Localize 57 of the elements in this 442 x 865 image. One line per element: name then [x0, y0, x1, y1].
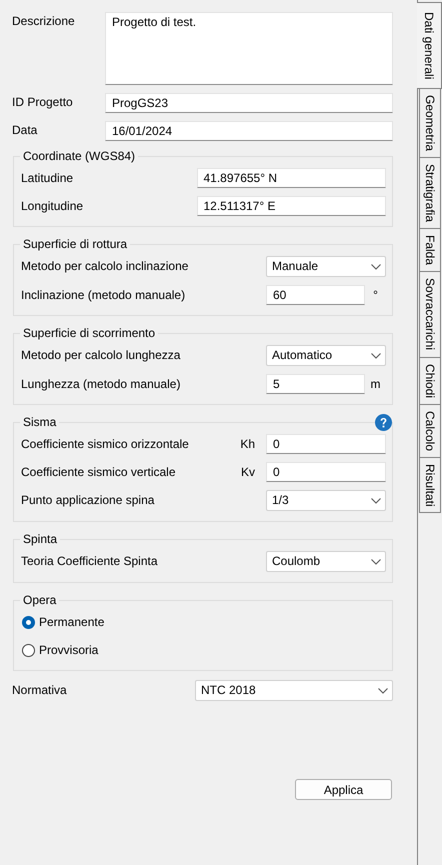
unit-label: m [370, 376, 382, 392]
field-label: Longitudine [21, 198, 84, 214]
text-field[interactable]: 12.511317° E [196, 196, 386, 216]
text-area[interactable]: Progetto di test. [105, 12, 393, 85]
chevron-icon [371, 558, 381, 564]
tab[interactable]: Calcolo [419, 404, 441, 458]
dropdown[interactable]: Coulomb [266, 551, 386, 572]
chevron-icon [371, 352, 381, 358]
field-label: Coefficiente sismico orizzontale [21, 436, 189, 452]
unit-label: ° [372, 288, 379, 302]
tab[interactable]: Geometria [419, 89, 441, 158]
tab[interactable]: Sovraccarichi [419, 272, 441, 358]
group-title: Superficie di scorrimento [22, 326, 156, 341]
field-label: Latitudine [21, 170, 74, 186]
field-label: Normativa [12, 683, 68, 698]
group-title: Coordinate (WGS84) [22, 149, 136, 164]
dropdown[interactable]: NTC 2018 [195, 680, 393, 701]
field-label: Inclinazione (metodo manuale) [21, 288, 186, 302]
radio-button[interactable] [22, 644, 35, 656]
apply-button[interactable]: Applica [295, 779, 392, 800]
text-field[interactable]: 16/01/2024 [105, 121, 393, 141]
dropdown[interactable]: Automatico [266, 345, 386, 366]
dropdown[interactable]: Manuale [266, 256, 386, 277]
chevron-icon [371, 498, 381, 504]
chevron-icon [371, 264, 381, 270]
text-field[interactable]: ProgGS23 [105, 93, 393, 113]
symbol-label: Kh [239, 436, 255, 452]
field-label: Metodo per calcolo lunghezza [21, 348, 182, 363]
chevron-icon [378, 688, 388, 694]
field-label: Punto applicazione spina [21, 493, 156, 508]
group-title: Opera [22, 593, 58, 608]
text-field[interactable]: 41.897655° N [196, 168, 386, 188]
tab[interactable]: Falda [419, 229, 441, 272]
text-field[interactable]: 0 [266, 434, 386, 454]
symbol-label: Kv [240, 464, 255, 480]
field-label: Data [12, 122, 38, 138]
radio-button[interactable] [22, 616, 35, 628]
group-title: Superficie di rottura [22, 237, 128, 252]
help-icon[interactable] [375, 414, 392, 431]
field-label: Teoria Coefficiente Spinta [21, 554, 159, 569]
text-field[interactable]: 0 [266, 462, 386, 482]
tab[interactable]: Risultati [419, 458, 441, 514]
radio-option[interactable]: Permanente [22, 612, 104, 632]
field-label: Metodo per calcolo inclinazione [21, 259, 190, 274]
radio-option[interactable]: Provvisoria [22, 640, 98, 660]
tab[interactable]: Dati generali [417, 2, 442, 90]
text-field[interactable]: 60 [266, 285, 365, 305]
group-title: Spinta [22, 532, 58, 547]
tab[interactable]: Stratigrafia [419, 158, 441, 230]
group-title: Sisma [22, 415, 58, 430]
field-label: ID Progetto [12, 94, 74, 110]
text-field[interactable]: 5 [266, 374, 365, 394]
field-label: Coefficiente sismico verticale [21, 464, 176, 480]
field-label: Lunghezza (metodo manuale) [21, 376, 182, 392]
tab[interactable]: Chiodi [419, 358, 441, 405]
field-label: Descrizione [12, 13, 76, 29]
dropdown[interactable]: 1/3 [266, 490, 386, 511]
